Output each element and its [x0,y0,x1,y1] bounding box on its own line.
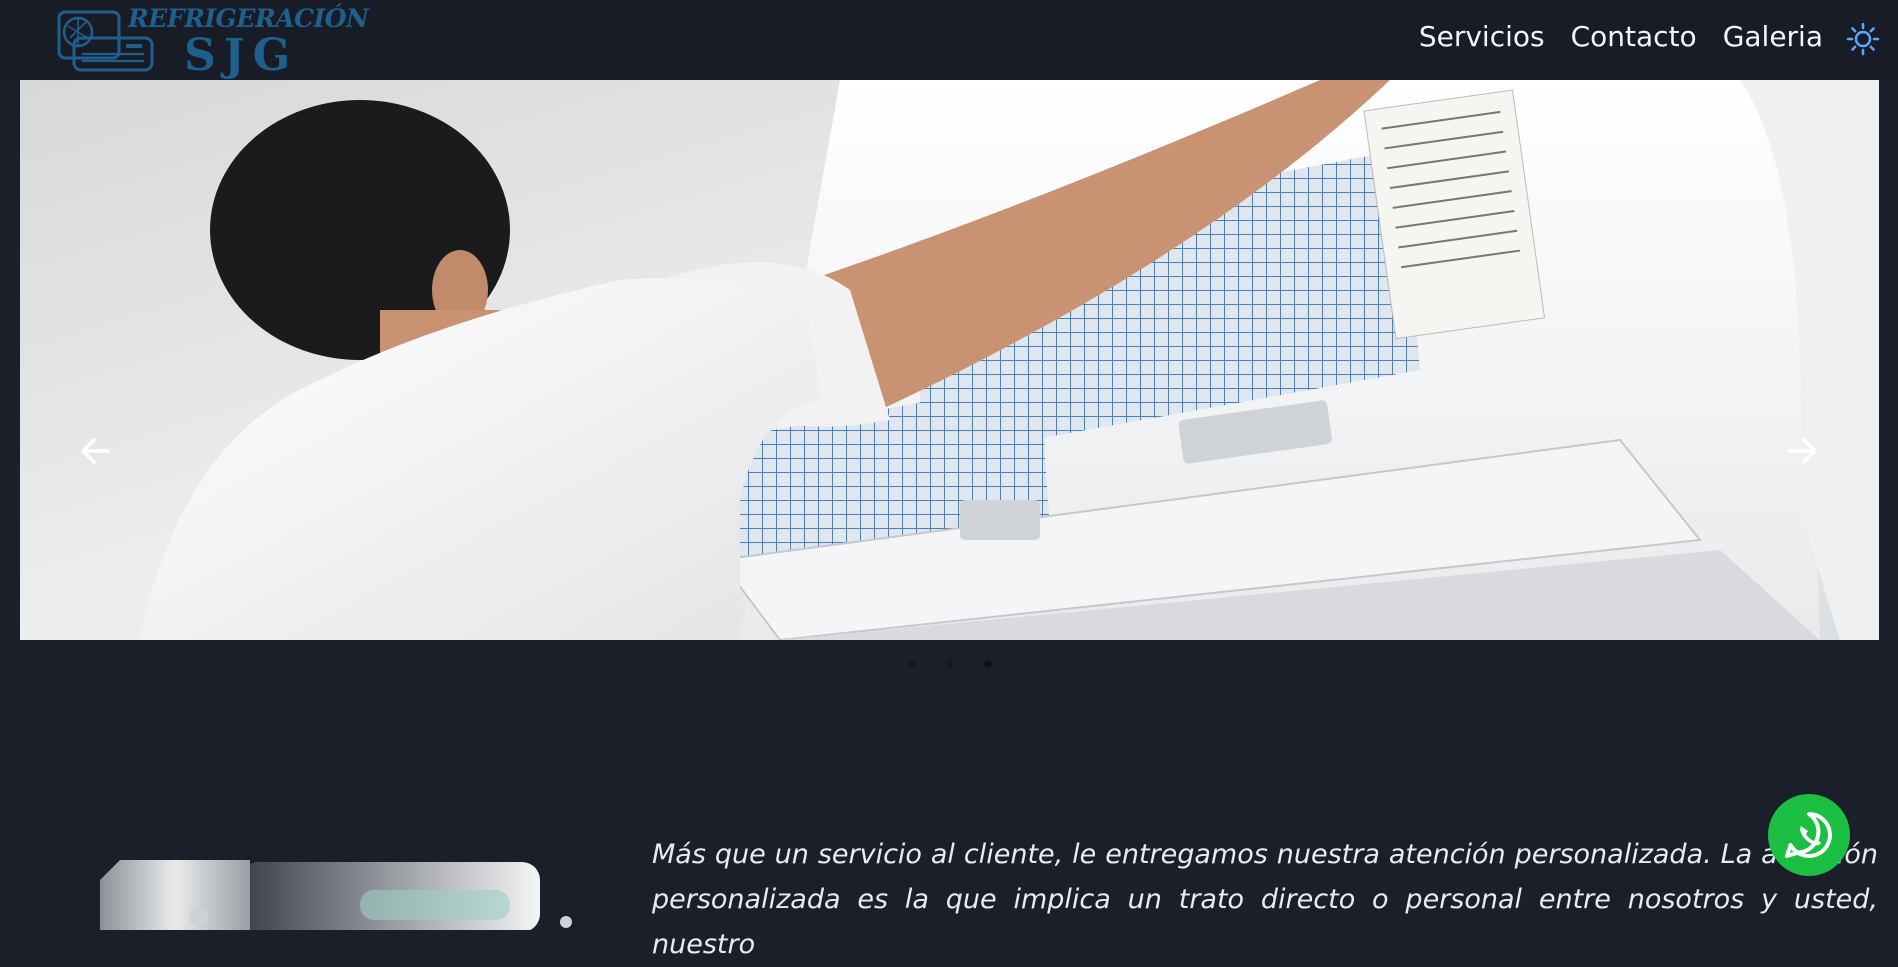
arrow-left-icon[interactable] [78,434,112,468]
whatsapp-icon [1785,812,1832,858]
appliances-image [100,860,572,930]
brand-logo[interactable]: REFRIGERACIÓN SJG [56,4,369,81]
nav-link-contacto[interactable]: Contacto [1571,20,1697,53]
navbar: REFRIGERACIÓN SJG Servicios Contacto Gal… [0,0,1898,81]
carousel-indicators [908,660,992,668]
main-nav: Servicios Contacto Galeria [1419,20,1823,53]
whatsapp-button[interactable] [1768,794,1850,876]
nav-link-galeria[interactable]: Galeria [1723,20,1823,53]
brand-name: REFRIGERACIÓN [128,4,369,33]
carousel-indicator-3[interactable] [984,660,992,668]
about-paragraph: Más que un servicio al cliente, le entre… [652,839,1878,960]
sun-icon[interactable] [1846,22,1880,56]
carousel-indicator-2[interactable] [946,660,954,668]
carousel-indicator-1[interactable] [908,660,916,668]
carousel-slide-image [20,80,1879,640]
hero-carousel [20,80,1879,640]
arrow-right-icon[interactable] [1786,434,1820,468]
brand-initials: SJG [184,30,299,81]
nav-link-servicios[interactable]: Servicios [1419,20,1545,53]
